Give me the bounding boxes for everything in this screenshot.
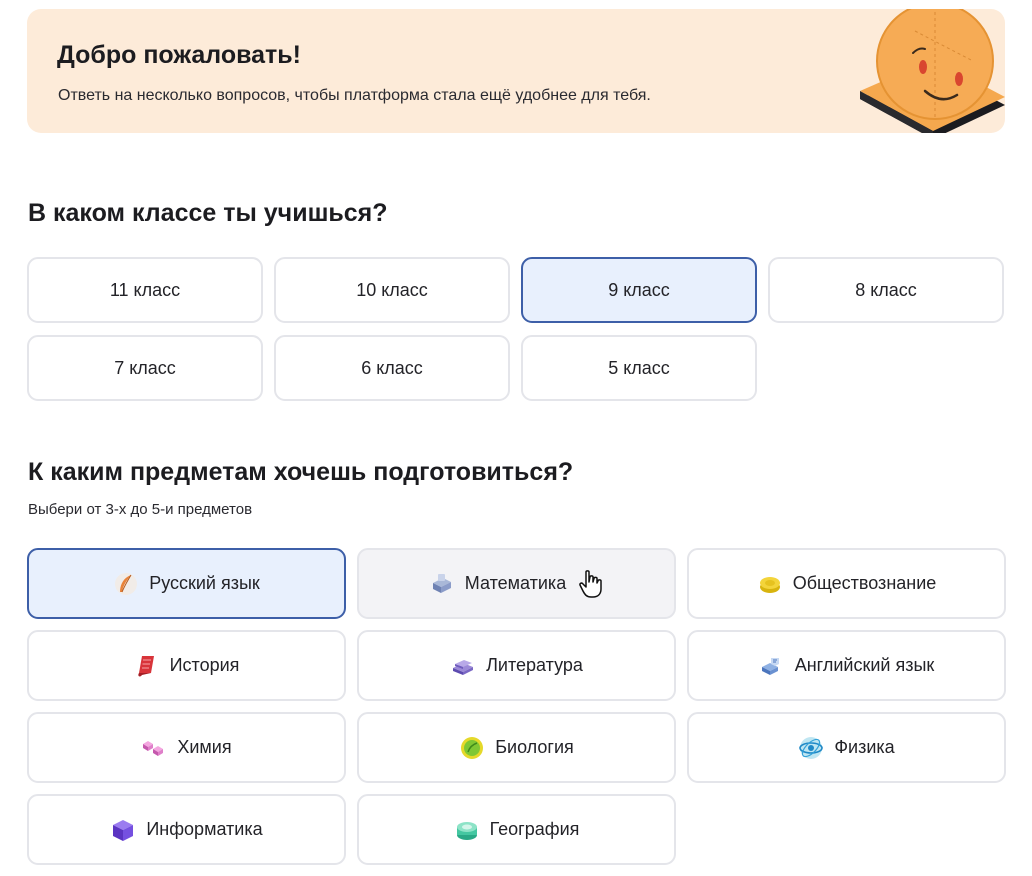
subject-label: Литература [486,655,583,675]
calculator-icon [432,573,451,593]
molecule-icon [143,740,164,756]
grade-option-10[interactable]: 10 класс [274,257,510,323]
subject-label: Химия [177,737,232,757]
grade-option-6[interactable]: 6 класс [274,335,510,401]
subject-label: История [169,655,240,675]
subject-option-social[interactable]: Обществознание [687,548,1006,619]
subject-label: Русский язык [149,573,260,593]
subject-option-chemistry[interactable]: Химия [27,712,346,783]
subject-option-geography[interactable]: География [357,794,676,865]
grade-question-title: В каком классе ты учишься? [28,199,388,227]
mascot-sun-icon [860,9,1005,133]
subject-option-physics[interactable]: Физика [687,712,1006,783]
cube-icon [113,819,134,841]
subject-option-biology[interactable]: Биология [357,712,676,783]
globe-icon [456,821,477,840]
grade-label: 5 класс [608,357,670,378]
subject-options: Русский язык Математика Обществознание И… [27,548,1006,865]
grade-label: 9 класс [608,279,670,300]
welcome-banner: Добро пожаловать! Ответь на несколько во… [27,9,1005,133]
grade-label: 8 класс [855,279,917,300]
banner-title: Добро пожаловать! [57,41,301,69]
grade-label: 6 класс [361,357,423,378]
subject-option-russian[interactable]: Русский язык [27,548,346,619]
grade-label: 7 класс [114,357,176,378]
subject-label: Математика [464,573,567,593]
hand-cursor-icon [579,569,602,598]
subject-option-math[interactable]: Математика [357,548,676,619]
subject-option-literature[interactable]: Литература [357,630,676,701]
grade-option-9[interactable]: 9 класс [521,257,757,323]
grade-label: 11 класс [109,279,181,300]
grade-label: 10 класс [356,279,428,300]
grade-option-5[interactable]: 5 класс [521,335,757,401]
scroll-icon [137,655,154,676]
grade-option-7[interactable]: 7 класс [27,335,263,401]
leaf-icon [461,736,484,759]
subject-label: Биология [495,737,574,757]
subject-label: География [489,819,580,839]
subject-label: Английский язык [794,655,935,675]
grade-option-11[interactable]: 11 класс [27,257,263,323]
grade-options: 11 класс 10 класс 9 класс 8 класс 7 клас… [27,257,1004,401]
subject-label: Обществознание [792,573,937,593]
books-icon [453,659,474,675]
subject-option-informatics[interactable]: Информатика [27,794,346,865]
grade-option-8[interactable]: 8 класс [768,257,1004,323]
subject-label: Физика [834,737,895,757]
subject-label: Информатика [146,819,263,839]
subject-question-title: К каким предметам хочешь подготовиться? [28,458,574,486]
subject-option-history[interactable]: История [27,630,346,701]
banner-subtitle: Ответь на несколько вопросов, чтобы плат… [58,87,651,104]
quill-icon [115,572,138,595]
subject-hint: Выбери от 3-х до 5-и предметов [28,501,253,518]
subject-option-english[interactable]: Английский язык [687,630,1006,701]
coin-icon [759,576,780,593]
letters-icon [761,657,779,675]
atom-icon [799,736,824,759]
